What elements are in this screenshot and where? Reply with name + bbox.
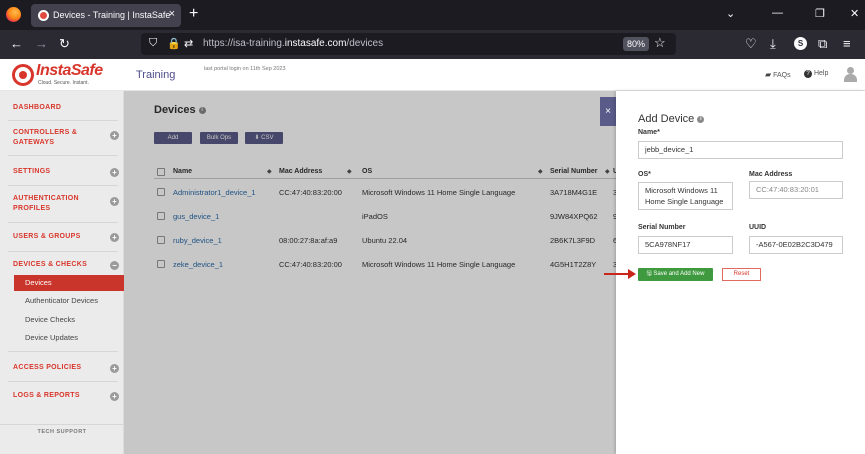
last-login-text: last portal login on 11th Sep 2023 <box>204 66 286 72</box>
logo-text[interactable]: InstaSafe <box>36 62 103 80</box>
back-icon[interactable]: ← <box>10 36 23 51</box>
zoom-level[interactable]: 80% <box>623 37 650 51</box>
tab-list-chevron-icon[interactable]: ⌄ <box>726 7 735 20</box>
sidebar-item-label: LOGS & REPORTS <box>13 392 80 399</box>
tab-title: Devices - Training | InstaSafe <box>53 10 171 20</box>
instasafe-logo-icon[interactable] <box>12 64 34 86</box>
mac-address-label: Mac Address <box>749 171 793 178</box>
divider <box>8 185 118 186</box>
uuid-label: UUID <box>749 224 767 231</box>
info-icon[interactable]: i <box>697 115 705 123</box>
sidebar-subitem-device-updates[interactable]: Device Updates <box>14 330 124 346</box>
expand-icon[interactable]: + <box>110 233 119 242</box>
name-label: Name* <box>638 129 660 136</box>
sidebar-item-label: CONTROLLERS & GATEWAYS <box>13 129 78 146</box>
divider <box>8 120 118 121</box>
modal-backdrop[interactable] <box>124 91 616 454</box>
close-window-icon[interactable]: ✕ <box>850 7 859 20</box>
collapse-icon[interactable]: − <box>110 261 119 270</box>
drawer-title: Add Device i <box>638 113 705 125</box>
downloads-icon[interactable]: ⤓ <box>770 36 776 52</box>
divider <box>8 351 118 352</box>
help-icon: ? <box>804 70 812 78</box>
expand-icon[interactable]: + <box>110 392 119 401</box>
maximize-icon[interactable]: ❐ <box>815 7 825 20</box>
sidebar: DASHBOARD CONTROLLERS & GATEWAYS + SETTI… <box>0 91 124 454</box>
faq-icon: ▰ <box>765 70 772 79</box>
browser-tab-bar: Devices - Training | InstaSafe × + ⌄ — ❐… <box>0 0 865 30</box>
reset-button[interactable]: Reset <box>722 268 761 281</box>
divider <box>8 251 118 252</box>
name-field[interactable]: jebb_device_1 <box>638 141 843 159</box>
save-icon: 🖫 <box>646 271 652 277</box>
permissions-icon[interactable]: ⇄ <box>184 37 193 50</box>
os-label: OS* <box>638 171 651 178</box>
pocket-icon[interactable]: ♡ <box>745 36 757 52</box>
divider <box>8 381 118 382</box>
divider <box>8 155 118 156</box>
uuid-field[interactable]: -A567-0E02B2C3D479 <box>749 236 843 254</box>
sidebar-subitem-device-checks[interactable]: Device Checks <box>14 312 124 328</box>
account-avatar[interactable]: S <box>794 37 807 50</box>
section-title: Training <box>136 69 176 81</box>
divider <box>0 424 124 425</box>
logo-tagline: Cloud. Secure. Instant. <box>38 80 89 86</box>
reload-icon[interactable]: ↻ <box>59 36 70 52</box>
sidebar-subitem-devices[interactable]: Devices <box>14 275 124 291</box>
shield-icon[interactable]: ⛉ <box>149 37 157 50</box>
forward-icon[interactable]: → <box>35 36 48 51</box>
url-bar[interactable]: ⛉ 🔒 ⇄ https://isa-training.instasafe.com… <box>141 33 676 55</box>
os-field[interactable]: Microsoft Windows 11 Home Single Languag… <box>638 182 733 210</box>
expand-icon[interactable]: + <box>110 197 119 206</box>
save-and-add-new-button[interactable]: 🖫 Save and Add New <box>638 268 713 281</box>
expand-icon[interactable]: + <box>110 131 119 140</box>
sidebar-item-label: SETTINGS <box>13 168 51 175</box>
sidebar-item-label: DASHBOARD <box>13 104 62 111</box>
serial-number-label: Serial Number <box>638 224 686 231</box>
firefox-icon[interactable] <box>6 7 21 22</box>
minimize-icon[interactable]: — <box>772 7 783 19</box>
expand-icon[interactable]: + <box>110 168 119 177</box>
user-avatar-icon[interactable] <box>844 67 857 82</box>
bookmark-star-icon[interactable]: ☆ <box>654 35 666 51</box>
sidebar-subitem-authenticator-devices[interactable]: Authenticator Devices <box>14 293 124 309</box>
serial-number-field[interactable]: 5CA978NF17 <box>638 236 733 254</box>
tech-support-link[interactable]: TECH SUPPORT <box>0 429 124 435</box>
add-device-drawer: Add Device i Name* jebb_device_1 OS* Micr… <box>616 91 865 454</box>
sidebar-item-label: DEVICES & CHECKS <box>13 261 88 268</box>
app-header: InstaSafe Cloud. Secure. Instant. Traini… <box>0 59 865 91</box>
close-drawer-button[interactable]: × <box>600 97 616 126</box>
sidebar-item-label: ACCESS POLICIES <box>13 364 82 371</box>
lock-icon[interactable]: 🔒 <box>167 37 181 50</box>
instasafe-favicon-icon <box>38 10 49 21</box>
sidebar-item-label: AUTHENTICATION PROFILES <box>13 195 79 212</box>
url-text[interactable]: https://isa-training.instasafe.com/devic… <box>203 38 383 49</box>
browser-tab[interactable]: Devices - Training | InstaSafe × <box>31 4 181 27</box>
browser-nav-bar: ← → ↻ ⛉ 🔒 ⇄ https://isa-training.instasa… <box>0 30 865 59</box>
faqs-link[interactable]: ▰ FAQs <box>765 70 791 79</box>
mac-address-field[interactable]: CC:47:40:83:20:01 <box>749 181 843 199</box>
menu-icon[interactable]: ≡ <box>843 36 851 51</box>
help-link[interactable]: ? Help <box>804 70 828 78</box>
new-tab-icon[interactable]: + <box>189 5 198 23</box>
extensions-icon[interactable]: ⧉ <box>818 36 827 52</box>
divider <box>8 222 118 223</box>
expand-icon[interactable]: + <box>110 364 119 373</box>
sidebar-item-label: USERS & GROUPS <box>13 233 81 240</box>
red-arrow-icon <box>604 269 636 279</box>
tab-close-icon[interactable]: × <box>169 8 175 20</box>
